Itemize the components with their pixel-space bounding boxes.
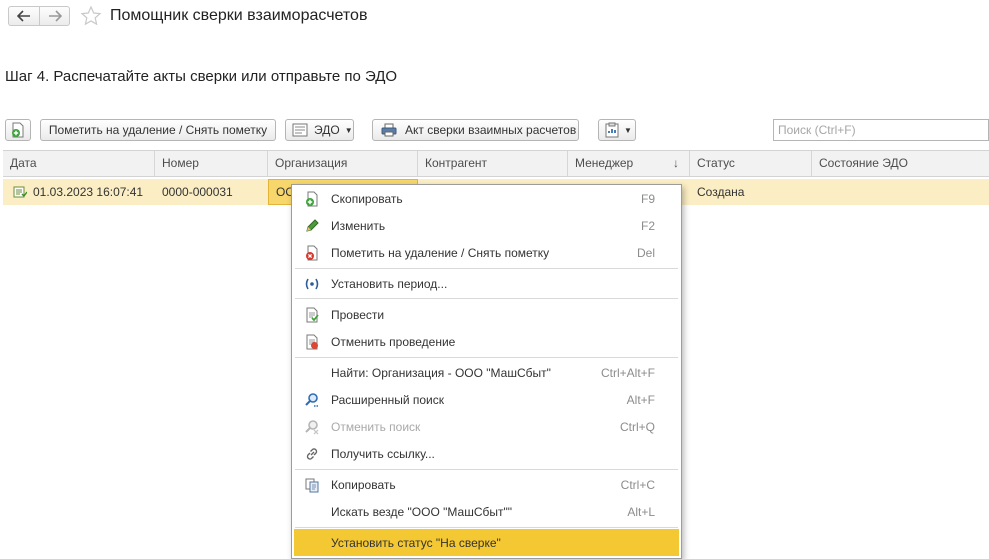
menu-item-label: Установить период... — [331, 276, 448, 291]
menu-item-cancel-search[interactable]: Отменить поиск Ctrl+Q — [292, 413, 681, 440]
arrow-left-icon — [17, 10, 30, 22]
menu-item-advanced-search[interactable]: Расширенный поиск Alt+F — [292, 386, 681, 413]
dropdown-arrow-icon: ▼ — [624, 125, 632, 135]
column-header-edo-state[interactable]: Состояние ЭДО — [812, 151, 989, 176]
search-input[interactable] — [773, 119, 989, 141]
menu-item-set-period[interactable]: Установить период... — [292, 270, 681, 297]
column-header-manager[interactable]: Менеджер ↓ — [568, 151, 690, 176]
menu-item-get-link[interactable]: Получить ссылку... — [292, 440, 681, 467]
report-dropdown-button[interactable]: ▼ — [598, 119, 636, 141]
post-icon — [306, 307, 319, 323]
column-header-date[interactable]: Дата — [3, 151, 155, 176]
menu-item-label: Установить статус "На сверке" — [331, 535, 501, 550]
search-icon — [305, 393, 318, 407]
document-posted-icon — [13, 186, 27, 198]
menu-item-search-everywhere[interactable]: Искать везде "ООО "МашСбыт"" Alt+L — [292, 498, 681, 525]
unpost-icon — [306, 334, 318, 350]
menu-separator — [295, 527, 678, 528]
menu-item-shortcut: Ctrl+Alt+F — [600, 365, 655, 380]
menu-item-copy-record[interactable]: Скопировать F9 — [292, 185, 681, 212]
window-title: Помощник сверки взаиморасчетов — [110, 7, 368, 24]
column-header-status[interactable]: Статус — [690, 151, 812, 176]
period-icon — [305, 278, 319, 290]
menu-item-find-by-organization[interactable]: Найти: Организация - ООО "МашСбыт" Ctrl+… — [292, 359, 681, 386]
cancel-search-icon — [305, 420, 319, 435]
menu-item-label: Копировать — [331, 477, 396, 492]
create-button[interactable] — [5, 119, 31, 141]
menu-item-shortcut: F9 — [640, 191, 655, 206]
mark-delete-icon — [306, 245, 318, 261]
menu-item-label: Пометить на удаление / Снять пометку — [331, 245, 550, 260]
menu-item-shortcut: Alt+F — [626, 392, 655, 407]
sort-descending-icon: ↓ — [673, 156, 679, 170]
context-menu: Скопировать F9 Изменить F2 Пометить на у… — [291, 184, 682, 559]
menu-item-label: Скопировать — [331, 191, 403, 206]
cell-date: 01.03.2023 16:07:41 — [33, 185, 144, 199]
menu-item-label: Изменить — [331, 218, 386, 233]
menu-item-set-status-on-reconciliation[interactable]: Установить статус "На сверке" — [294, 529, 679, 556]
menu-item-shortcut: Del — [636, 245, 655, 260]
cell-number: 0000-000031 — [162, 185, 233, 199]
cell-status: Создана — [697, 185, 745, 199]
reconciliation-act-label: Акт сверки взаимных расчетов — [405, 123, 577, 137]
menu-item-label: Расширенный поиск — [331, 392, 444, 407]
mark-delete-button[interactable]: Пометить на удаление / Снять пометку — [40, 119, 276, 141]
column-header-counterparty[interactable]: Контрагент — [418, 151, 568, 176]
reconciliation-act-button[interactable]: Акт сверки взаимных расчетов — [372, 119, 579, 141]
menu-item-label: Искать везде "ООО "МашСбыт"" — [331, 504, 512, 519]
pencil-icon — [306, 219, 319, 232]
mark-delete-label: Пометить на удаление / Снять пометку — [48, 123, 268, 137]
menu-item-shortcut: Ctrl+C — [620, 477, 655, 492]
arrow-right-icon — [48, 10, 62, 22]
back-button[interactable] — [8, 6, 39, 26]
step-title: Шаг 4. Распечатайте акты сверки или отпр… — [5, 68, 398, 85]
menu-item-edit[interactable]: Изменить F2 — [292, 212, 681, 239]
menu-separator — [295, 298, 678, 299]
menu-item-label: Найти: Организация - ООО "МашСбыт" — [331, 365, 551, 380]
dropdown-arrow-icon: ▼ — [344, 125, 353, 135]
menu-item-label: Получить ссылку... — [331, 446, 435, 461]
menu-separator — [295, 469, 678, 470]
clipboard-copy-icon — [305, 478, 319, 493]
menu-item-label: Провести — [331, 307, 385, 322]
menu-item-copy[interactable]: Копировать Ctrl+C — [292, 471, 681, 498]
menu-separator — [295, 268, 678, 269]
menu-item-shortcut: Alt+L — [627, 504, 655, 519]
edo-dropdown-button[interactable]: ЭДО ▼ — [285, 119, 354, 141]
printer-icon — [381, 123, 397, 137]
menu-item-shortcut: F2 — [640, 218, 655, 233]
menu-item-label: Отменить поиск — [331, 419, 421, 434]
menu-item-post[interactable]: Провести — [292, 301, 681, 328]
table-header: Дата Номер Организация Контрагент Менедж… — [3, 150, 989, 177]
column-header-number[interactable]: Номер — [155, 151, 268, 176]
menu-item-mark-delete[interactable]: Пометить на удаление / Снять пометку Del — [292, 239, 681, 266]
copy-doc-icon — [306, 191, 318, 207]
link-icon — [306, 448, 318, 460]
navigation-buttons — [8, 6, 70, 26]
report-icon — [605, 122, 619, 138]
menu-separator — [295, 357, 678, 358]
favorite-star-icon[interactable] — [80, 5, 102, 27]
column-header-organization[interactable]: Организация — [268, 151, 418, 176]
menu-item-label: Отменить проведение — [331, 334, 456, 349]
edo-label: ЭДО — [314, 123, 340, 137]
column-header-manager-label: Менеджер — [575, 156, 634, 170]
edo-icon — [292, 123, 308, 137]
create-doc-icon — [12, 122, 24, 138]
forward-button[interactable] — [39, 6, 70, 26]
menu-item-unpost[interactable]: Отменить проведение — [292, 328, 681, 355]
menu-item-shortcut: Ctrl+Q — [619, 419, 655, 434]
